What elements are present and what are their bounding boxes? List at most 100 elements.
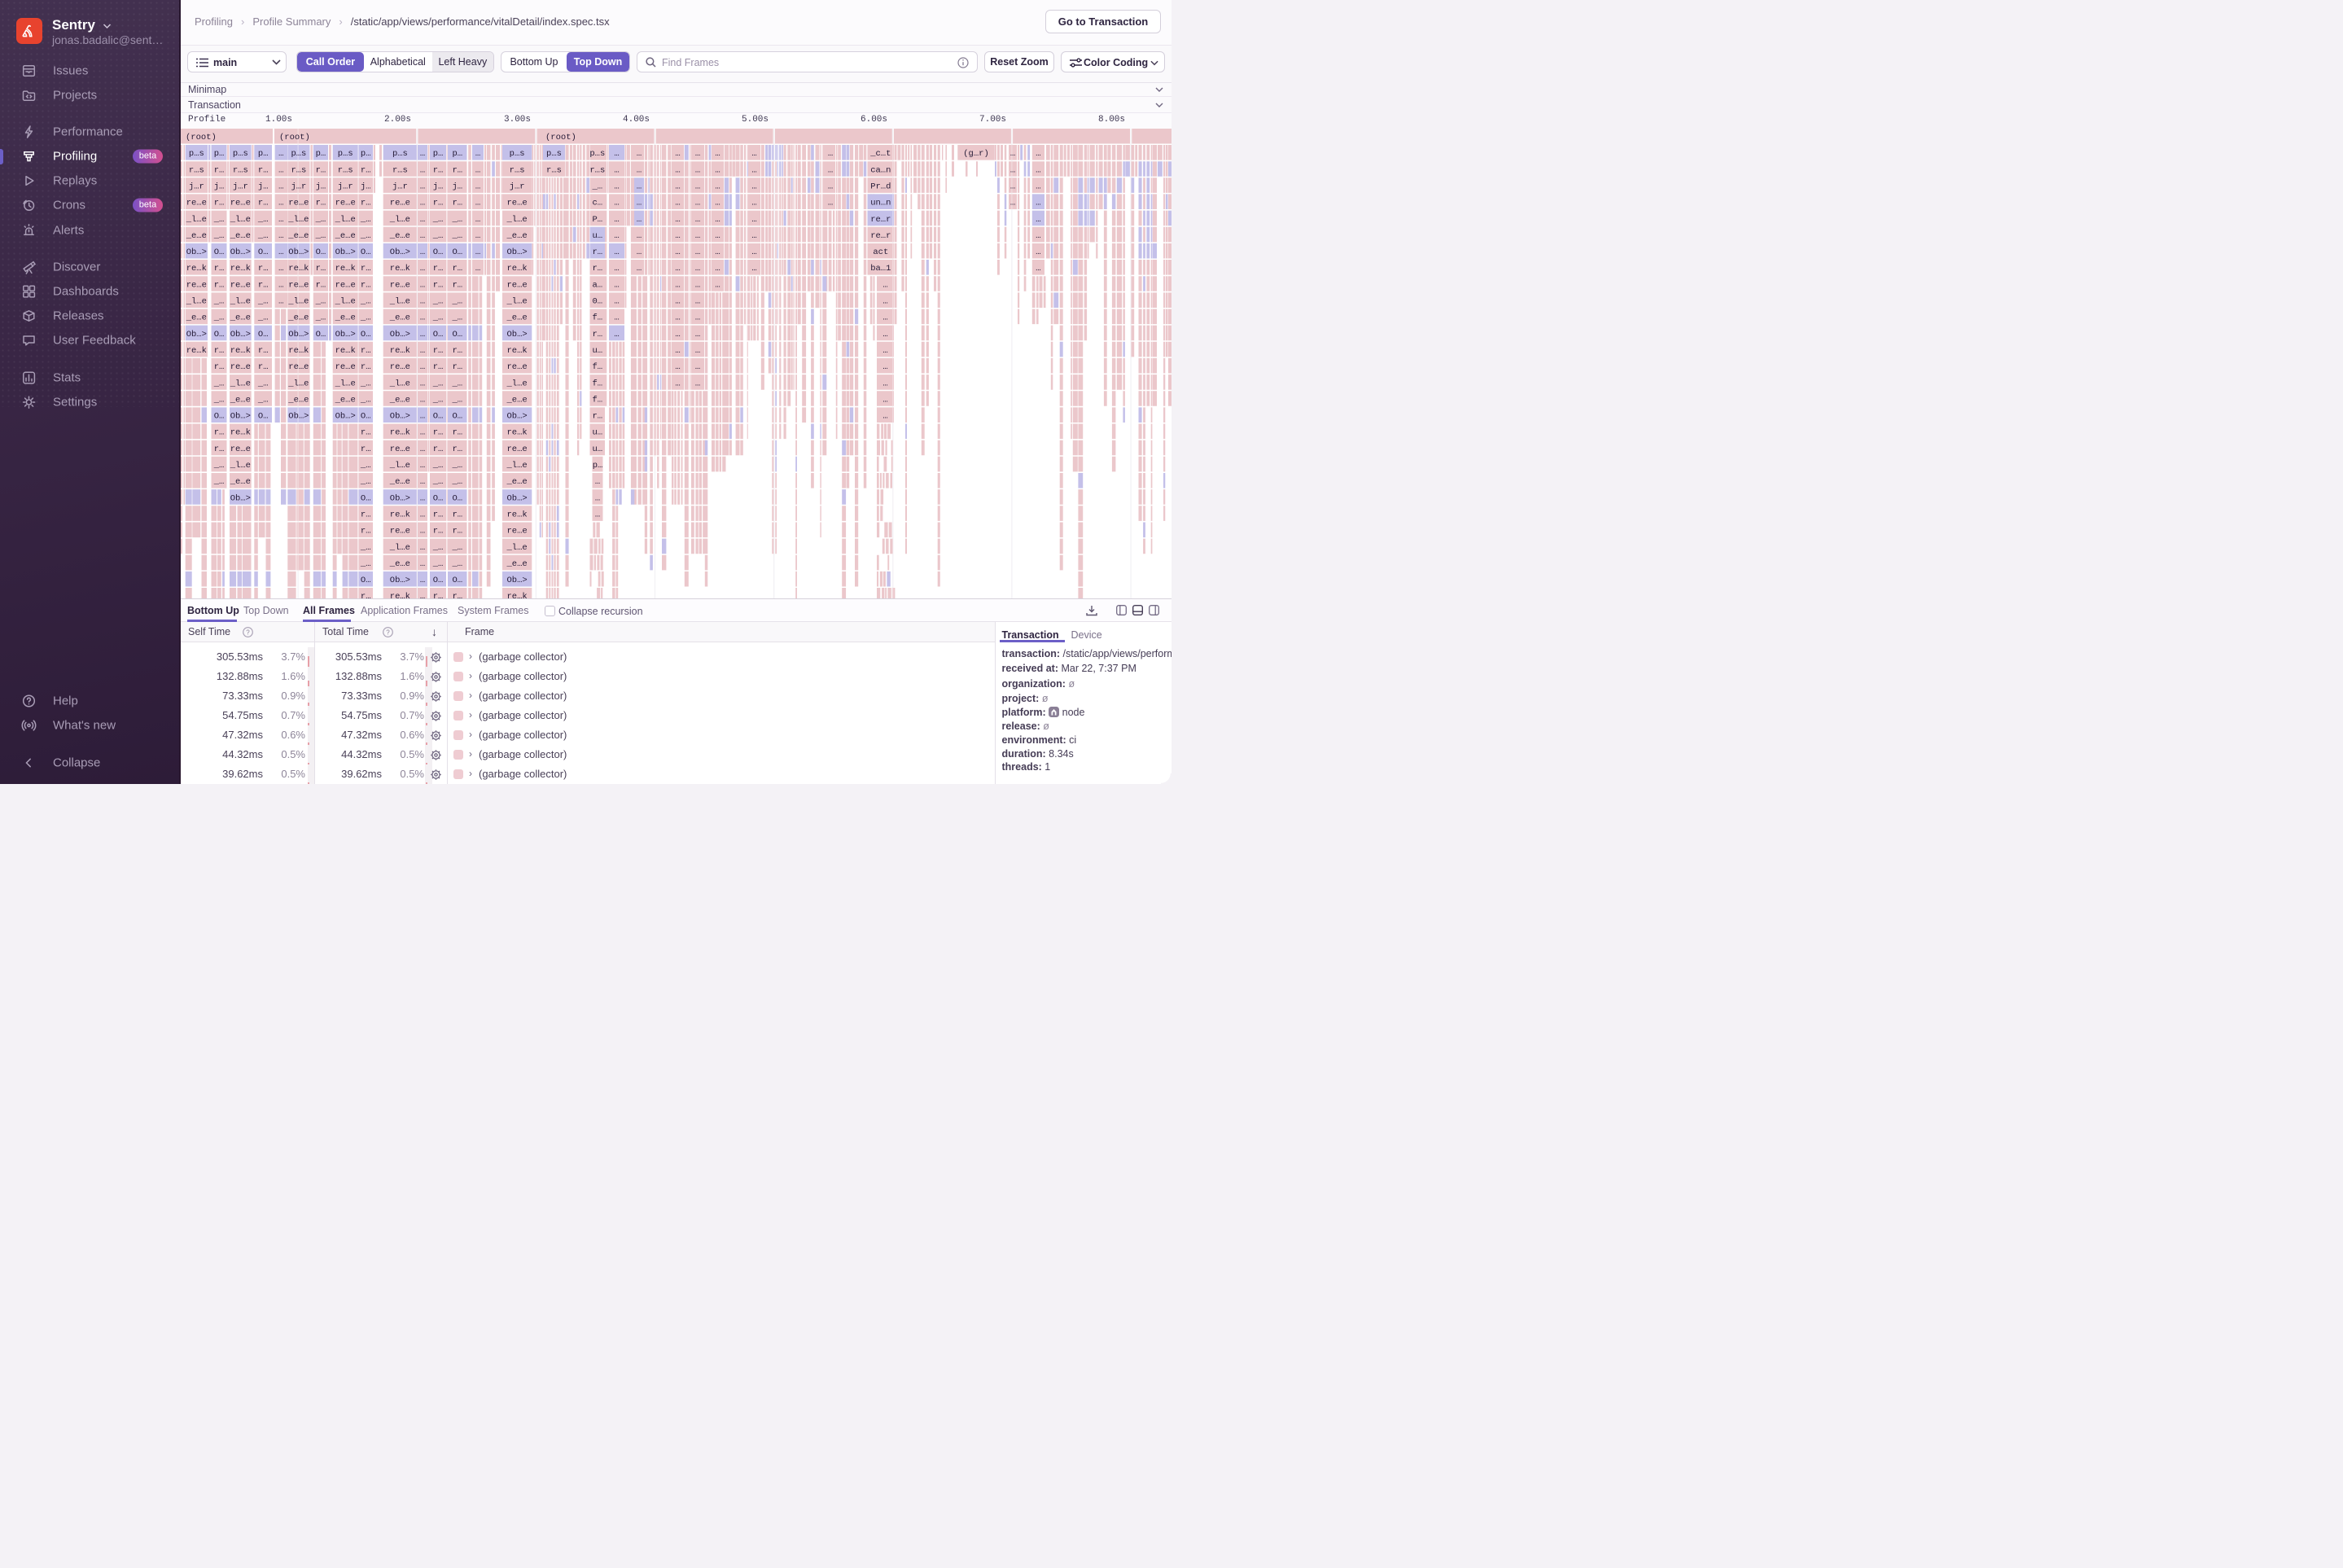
svg-text:O…: O… (433, 412, 444, 422)
svg-text:Ob…>: Ob…> (390, 330, 410, 339)
svg-text:…: … (1010, 182, 1015, 192)
svg-text:…: … (420, 379, 425, 388)
svg-text:_…: _… (432, 297, 444, 307)
svg-text:…: … (278, 149, 283, 159)
svg-text:r…: r… (214, 264, 225, 274)
svg-text:r…: r… (361, 346, 371, 356)
svg-text:…: … (751, 149, 756, 159)
svg-text:j…: j… (214, 182, 225, 192)
svg-text:O…: O… (316, 330, 326, 339)
svg-text:r…: r… (361, 199, 371, 208)
svg-text:_e…e: _e…e (389, 313, 410, 323)
svg-text:…: … (882, 346, 887, 356)
svg-text:_c…t: _c…t (869, 149, 891, 159)
svg-text:re…e: re…e (390, 445, 410, 454)
svg-text:j…: j… (452, 182, 462, 192)
svg-text:_l…e: _l…e (335, 297, 356, 307)
svg-text:r…s: r…s (589, 165, 605, 175)
svg-text:_e…e: _e…e (230, 231, 251, 241)
svg-text:…: … (695, 264, 700, 274)
svg-text:…: … (420, 543, 425, 553)
svg-text:_l…e: _l…e (389, 379, 410, 388)
svg-text:_…: _… (213, 379, 225, 388)
svg-text:r…: r… (361, 280, 371, 290)
svg-text:…: … (475, 149, 480, 159)
svg-text:(g…r): (g…r) (963, 149, 989, 159)
svg-text:Ob…>: Ob…> (506, 493, 527, 503)
svg-text:p…s: p…s (291, 149, 306, 159)
svg-text:…: … (675, 264, 680, 274)
svg-text:Ob…>: Ob…> (186, 330, 207, 339)
svg-text:O…: O… (258, 330, 269, 339)
svg-text:r…s: r…s (291, 165, 306, 175)
svg-text:…: … (637, 264, 642, 274)
svg-text:p…: p… (214, 149, 225, 159)
svg-text:…: … (420, 199, 425, 208)
svg-text:O…: O… (433, 330, 444, 339)
svg-text:_…: _… (432, 231, 444, 241)
svg-text:r…: r… (433, 592, 444, 598)
svg-text:…: … (278, 297, 283, 307)
svg-text:…: … (278, 264, 283, 274)
svg-text:r…: r… (592, 264, 602, 274)
svg-text:re…k: re…k (186, 346, 207, 356)
svg-text:_e…e: _e…e (389, 395, 410, 405)
svg-text:re…k: re…k (186, 264, 207, 274)
svg-text:re…k: re…k (335, 346, 356, 356)
svg-text:_e…e: _e…e (287, 395, 309, 405)
svg-text:re…e: re…e (390, 362, 410, 372)
svg-text:…: … (475, 182, 480, 192)
svg-text:r…: r… (433, 362, 444, 372)
svg-text:re…e: re…e (230, 445, 251, 454)
svg-text:r…: r… (361, 428, 371, 438)
svg-text:…: … (475, 231, 480, 241)
svg-text:p…: p… (316, 149, 326, 159)
svg-text:_e…e: _e…e (506, 395, 527, 405)
svg-text:re…k: re…k (506, 346, 527, 356)
svg-text:…: … (278, 215, 283, 225)
svg-text:p…: p… (258, 149, 269, 159)
svg-text:…: … (420, 527, 425, 537)
svg-text:…: … (420, 412, 425, 422)
svg-text:_…: _… (213, 395, 225, 405)
svg-text:_…: _… (451, 559, 462, 569)
svg-text:_e…e: _e…e (506, 231, 527, 241)
svg-text:O…: O… (214, 330, 225, 339)
svg-text:…: … (278, 199, 283, 208)
svg-text:_l…e: _l…e (287, 297, 309, 307)
svg-text:r…: r… (452, 428, 462, 438)
svg-text:?: ? (246, 629, 250, 636)
svg-text:re…k: re…k (230, 264, 251, 274)
svg-text:…: … (1010, 199, 1015, 208)
svg-text:_…: _… (432, 313, 444, 323)
svg-text:_l…e: _l…e (506, 297, 527, 307)
svg-text:_…: _… (432, 559, 444, 569)
svg-text:r…: r… (361, 527, 371, 537)
svg-text:re…e: re…e (230, 199, 251, 208)
svg-text:_e…e: _e…e (506, 477, 527, 487)
svg-text:re…e: re…e (230, 362, 251, 372)
svg-text:…: … (751, 215, 756, 225)
svg-text:act: act (873, 247, 888, 257)
svg-text:p…: p… (593, 461, 603, 471)
svg-text:_…: _… (451, 477, 462, 487)
svg-text:p…: p… (361, 149, 371, 159)
svg-text:…: … (1036, 215, 1040, 225)
svg-text:…: … (614, 280, 619, 290)
svg-text:…: … (695, 362, 700, 372)
svg-text:r…: r… (452, 264, 462, 274)
svg-text:…: … (475, 264, 480, 274)
svg-text:_…: _… (591, 182, 602, 192)
svg-text:…: … (1036, 247, 1040, 257)
svg-text:p…s: p…s (510, 149, 525, 159)
svg-text:ca…n: ca…n (870, 165, 891, 175)
svg-text:_…: _… (213, 215, 225, 225)
svg-text:…: … (695, 297, 700, 307)
svg-text:Ob…>: Ob…> (390, 412, 410, 422)
svg-text:…: … (637, 149, 642, 159)
svg-text:…: … (715, 182, 720, 192)
svg-text:r…s: r…s (392, 165, 408, 175)
svg-text:…: … (828, 149, 833, 159)
svg-text:…: … (695, 330, 700, 339)
svg-text:…: … (675, 182, 680, 192)
